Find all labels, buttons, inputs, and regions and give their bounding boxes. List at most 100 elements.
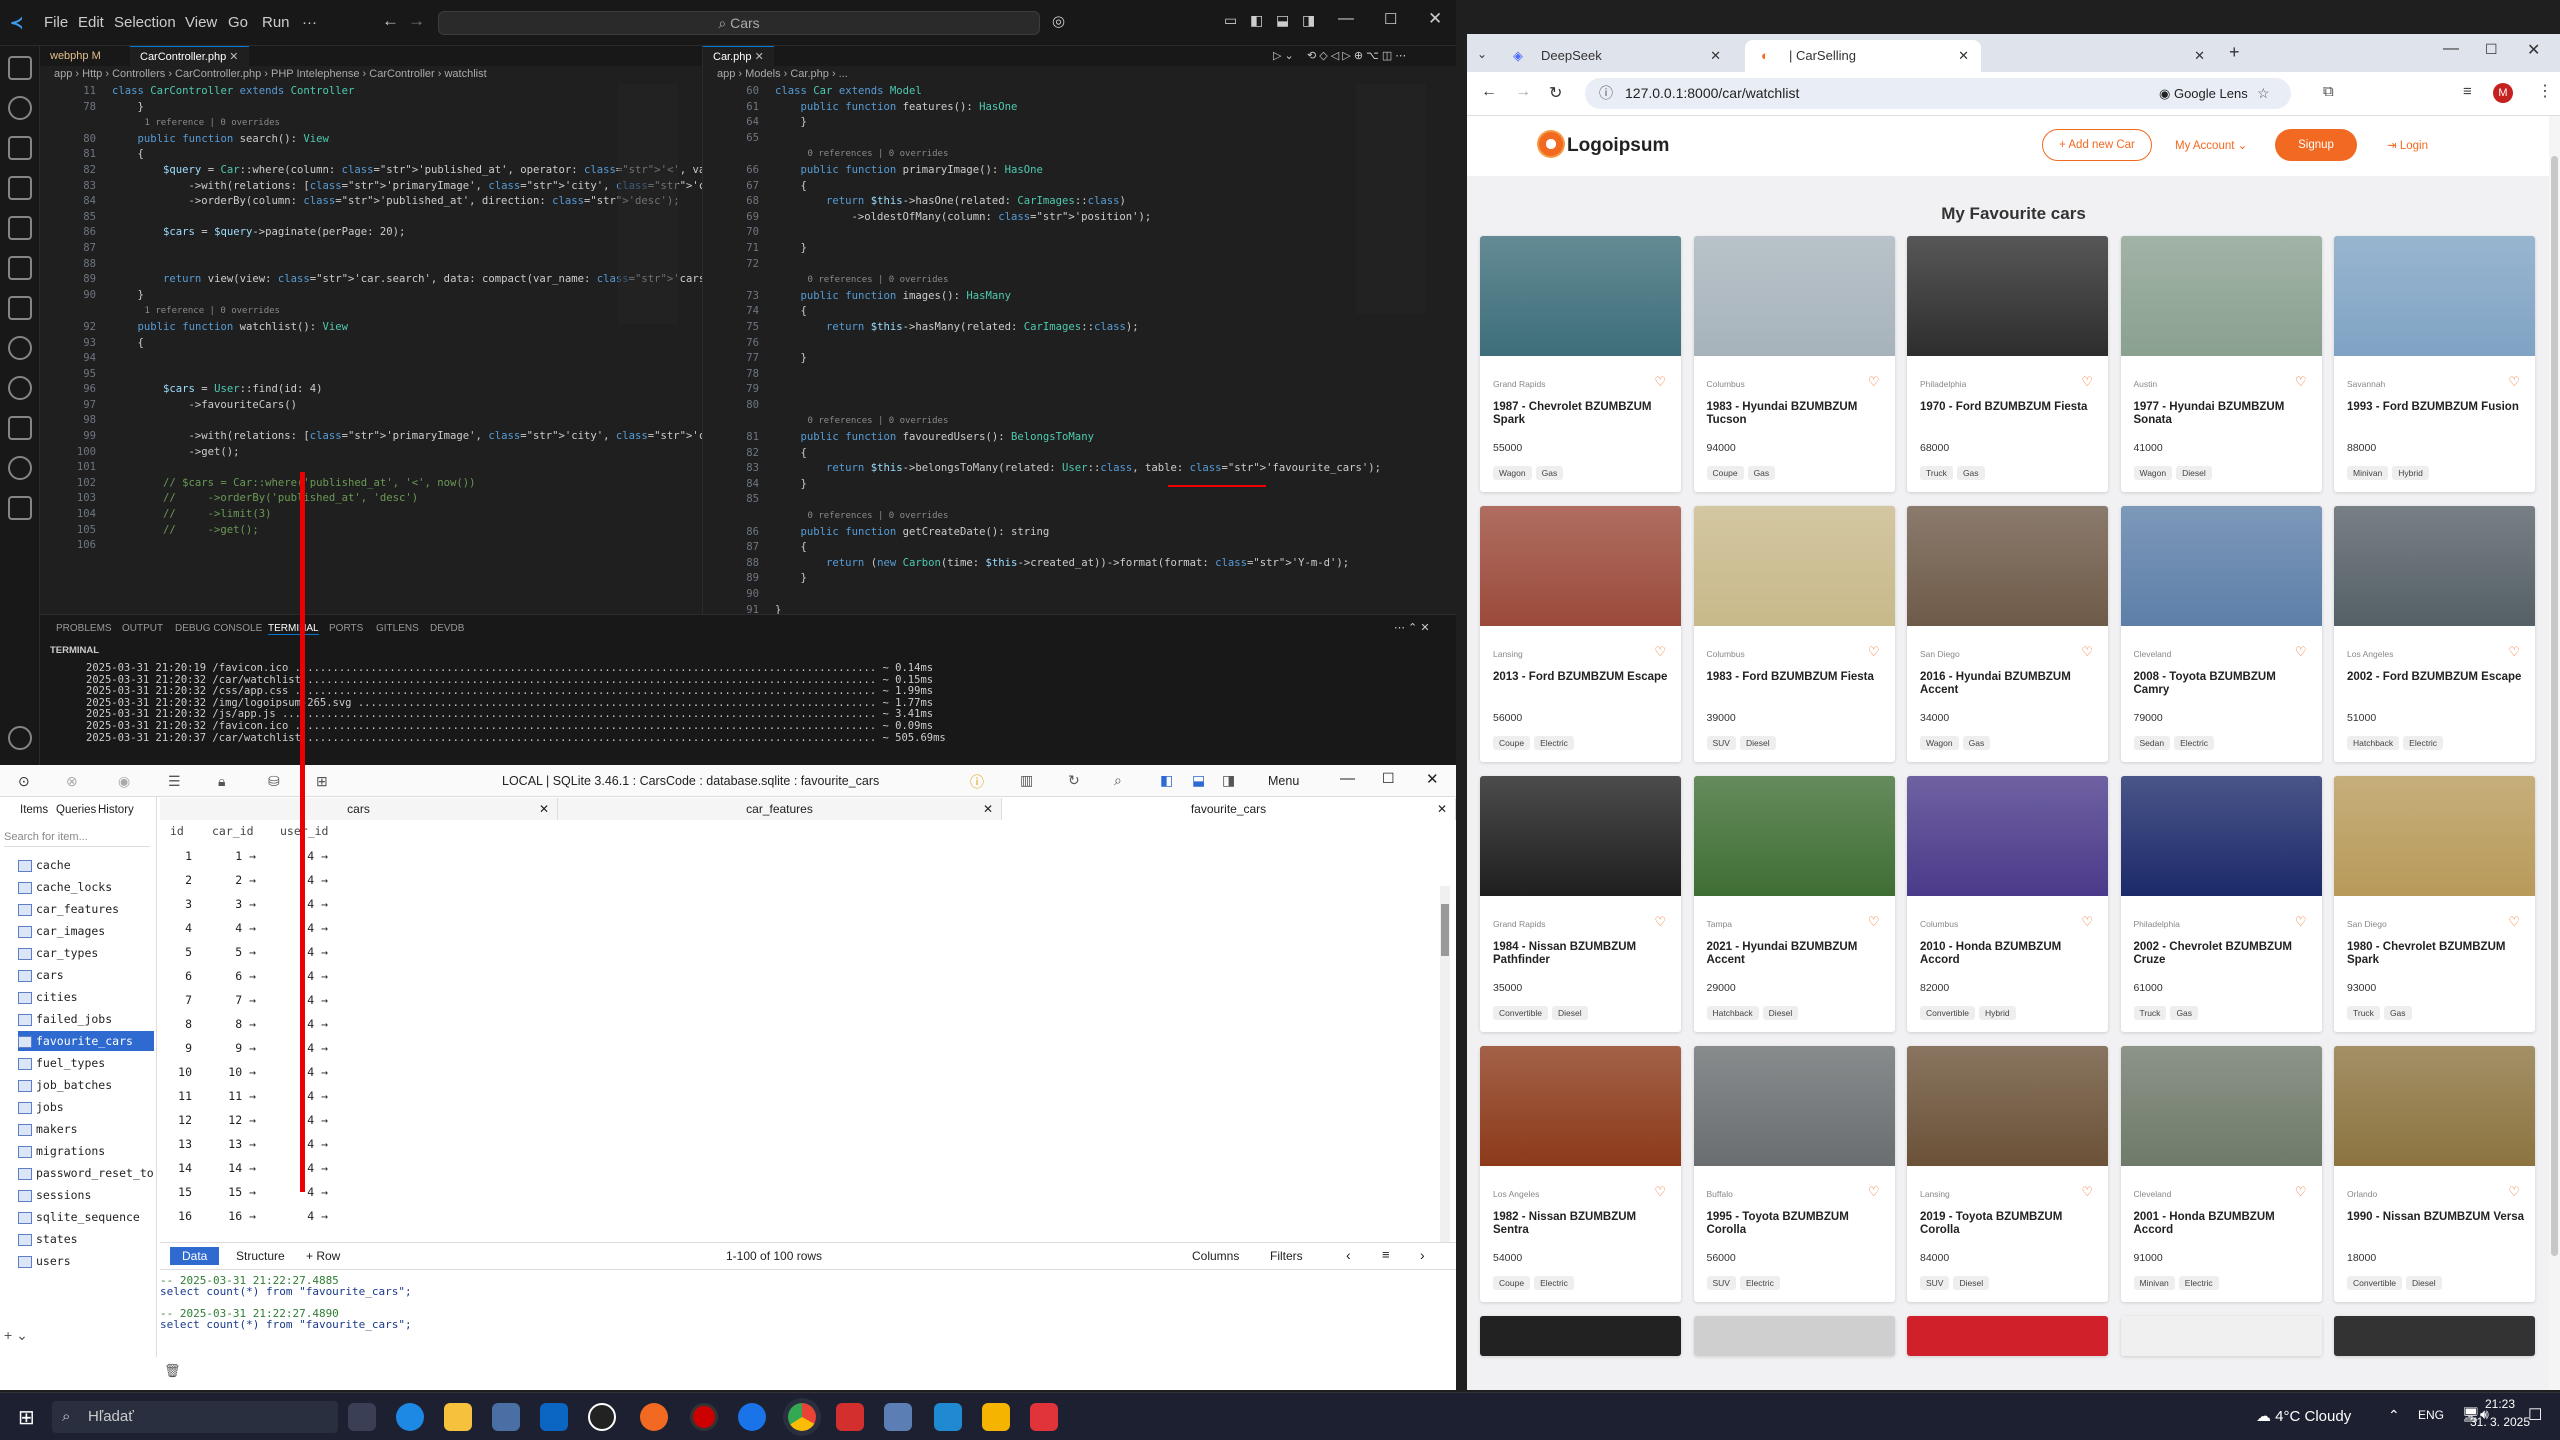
cell-id[interactable]: 13 — [160, 1137, 192, 1151]
cell-car-id[interactable]: 15 → — [212, 1185, 256, 1199]
github-icon[interactable] — [8, 376, 32, 400]
close-icon[interactable]: ✕ — [1426, 770, 1439, 788]
car-image[interactable] — [2334, 236, 2535, 356]
heart-icon[interactable]: ♡ — [1654, 914, 1666, 930]
list-icon[interactable]: ≡ — [1382, 1247, 1390, 1262]
page-scrollbar[interactable] — [2549, 116, 2560, 1390]
search-icon[interactable]: ⌕ — [1114, 772, 1122, 789]
chart-icon[interactable]: ▥ — [1020, 772, 1033, 789]
panel-tab-ports[interactable]: PORTS — [329, 623, 363, 634]
structure-tab[interactable]: Structure — [236, 1249, 285, 1263]
cell-id[interactable]: 14 — [160, 1161, 192, 1175]
extensions-icon[interactable] — [8, 256, 32, 280]
car-image[interactable] — [1907, 1316, 2108, 1356]
code-line[interactable]: 104 // ->limit(3) — [40, 507, 702, 523]
cell-car-id[interactable]: 1 → — [212, 849, 256, 863]
app-badge-icon[interactable] — [738, 1403, 766, 1431]
cell-car-id[interactable]: 9 → — [212, 1041, 256, 1055]
forward-icon[interactable]: → — [1515, 83, 1531, 101]
grid-tab-car-features[interactable]: car_features ✕ — [558, 798, 1002, 820]
code-line[interactable]: 85 — [40, 210, 702, 226]
car-card[interactable]: Tampa ♡ 2021 - Hyundai BZUMBZUM Accent 2900… — [1693, 776, 1895, 1032]
table-item-car-features[interactable]: car_features — [18, 899, 154, 919]
code-line[interactable]: 106 — [40, 538, 702, 554]
code-line[interactable]: 0 references | 0 overrides — [703, 146, 1456, 163]
car-name[interactable]: 1993 - Ford BZUMBZUM Fusion — [2347, 401, 2527, 414]
filters-button[interactable]: Filters — [1270, 1249, 1303, 1263]
table-item-car-images[interactable]: car_images — [18, 921, 154, 941]
cell-id[interactable]: 7 — [160, 993, 192, 1007]
table-item-car-types[interactable]: car_types — [18, 943, 154, 963]
car-card[interactable]: San Diego ♡ 2016 - Hyundai BZUMBZUM Accent… — [1907, 506, 2108, 762]
column-header-car-id[interactable]: car_id — [212, 824, 262, 838]
car-card[interactable]: Grand Rapids ♡ 1987 - Chevrolet BZUMBZUM S… — [1480, 236, 1681, 492]
code-line[interactable]: 86 public function getCreateDate(): stri… — [703, 525, 1456, 541]
car-image[interactable] — [1480, 236, 1681, 356]
database-icon[interactable]: ⛁ — [268, 773, 280, 790]
code-line[interactable]: 74 { — [703, 304, 1456, 320]
table-item-users[interactable]: users — [18, 1251, 154, 1271]
side-tab-queries[interactable]: Queries — [56, 804, 96, 816]
tab-carcontroller[interactable]: CarController.php ✕ — [130, 46, 249, 66]
column-header-id[interactable]: id — [170, 824, 192, 838]
code-line[interactable]: 77 } — [703, 351, 1456, 367]
table-item-fuel-types[interactable]: fuel_types — [18, 1053, 154, 1073]
code-line[interactable]: 78 — [703, 367, 1456, 383]
heart-icon[interactable]: ♡ — [2081, 914, 2093, 930]
item-search-input[interactable]: Search for item... — [4, 827, 150, 847]
car-card[interactable]: Orlando ♡ 1990 - Nissan BZUMBZUM Versa 1800… — [2334, 1046, 2535, 1302]
table-item-favourite-cars[interactable]: favourite_cars — [18, 1031, 154, 1051]
car-image[interactable] — [1907, 1046, 2108, 1166]
cell-car-id[interactable]: 7 → — [212, 993, 256, 1007]
connection-icon[interactable]: ⊙ — [18, 773, 30, 790]
code-line[interactable]: 96 $cars = User::find(id: 4) — [40, 382, 702, 398]
code-line[interactable]: 64 } — [703, 115, 1456, 131]
car-name[interactable]: 2002 - Chevrolet BZUMBZUM Cruze — [2134, 941, 2314, 967]
signup-button[interactable]: Signup — [2275, 129, 2357, 161]
edge-icon[interactable] — [396, 1403, 424, 1431]
panel-tab-output[interactable]: OUTPUT — [122, 623, 163, 634]
car-name[interactable]: 2016 - Hyundai BZUMBZUM Accent — [1920, 671, 2100, 697]
table-row[interactable]: 77 → 4 → — [160, 993, 1440, 1017]
car-card[interactable]: Philadelphia ♡ 1970 - Ford BZUMBZUM Fiesta… — [1907, 236, 2108, 492]
back-icon[interactable]: ← — [1481, 83, 1497, 101]
car-name[interactable]: 1984 - Nissan BZUMBZUM Pathfinder — [1493, 941, 1673, 967]
code-line[interactable]: 73 public function images(): HasMany — [703, 289, 1456, 305]
code-line[interactable]: 84 ->orderBy(column: class="str">'publis… — [40, 194, 702, 210]
my-account-link[interactable]: My Account ⌄ — [2175, 138, 2247, 152]
terminal-output[interactable]: 2025-03-31 21:20:19 /favicon.ico .......… — [86, 662, 946, 744]
cell-car-id[interactable]: 14 → — [212, 1161, 256, 1175]
account-icon[interactable] — [8, 726, 32, 750]
extensions-icon[interactable]: ⧉ — [2323, 83, 2334, 100]
database-icon[interactable] — [8, 496, 32, 520]
trash-icon[interactable]: 🗑︎ — [164, 1363, 181, 1379]
minimap-left[interactable] — [618, 84, 678, 324]
cell-id[interactable]: 4 — [160, 921, 192, 935]
code-line[interactable]: 81 public function favouredUsers(): Belo… — [703, 430, 1456, 446]
run-debug-icon[interactable] — [8, 176, 32, 200]
table-row[interactable]: 13 13 → 4 → — [160, 1137, 1440, 1161]
close-tab-icon[interactable]: ✕ — [2194, 40, 2205, 72]
bottom-panel-icon[interactable]: ⬓ — [1192, 772, 1205, 789]
toggle-panel-icon[interactable]: ⬓ — [1276, 12, 1289, 29]
code-line[interactable]: 70 — [703, 225, 1456, 241]
cell-car-id[interactable]: 8 → — [212, 1017, 256, 1031]
code-line[interactable]: 102 // $cars = Car::where('published_at'… — [40, 476, 702, 492]
chrome-icon[interactable] — [788, 1403, 816, 1431]
panel-tab-gitlens[interactable]: GITLENS — [376, 623, 419, 634]
panel-controls-icon[interactable]: ⋯ ⌃ ✕ — [1394, 621, 1430, 634]
table-item-cache-locks[interactable]: cache_locks — [18, 877, 154, 897]
code-line[interactable]: 79 — [703, 382, 1456, 398]
next-page-icon[interactable]: › — [1420, 1247, 1425, 1263]
run-icon[interactable]: ▷ ⌄ — [1273, 49, 1294, 62]
cell-car-id[interactable]: 10 → — [212, 1065, 256, 1079]
table-item-cache[interactable]: cache — [18, 855, 154, 875]
code-line[interactable]: 80 public function search(): View — [40, 132, 702, 148]
code-line[interactable]: 78 } — [40, 100, 702, 116]
heart-icon[interactable]: ♡ — [2508, 644, 2520, 660]
table-row[interactable]: 16 16 → 4 → — [160, 1209, 1440, 1233]
left-panel-icon[interactable]: ◧ — [1160, 772, 1173, 789]
column-header-user-id[interactable]: user_id — [280, 824, 330, 838]
heart-icon[interactable]: ♡ — [2508, 1184, 2520, 1200]
command-center-search[interactable]: ⌕ Cars — [438, 11, 1040, 35]
